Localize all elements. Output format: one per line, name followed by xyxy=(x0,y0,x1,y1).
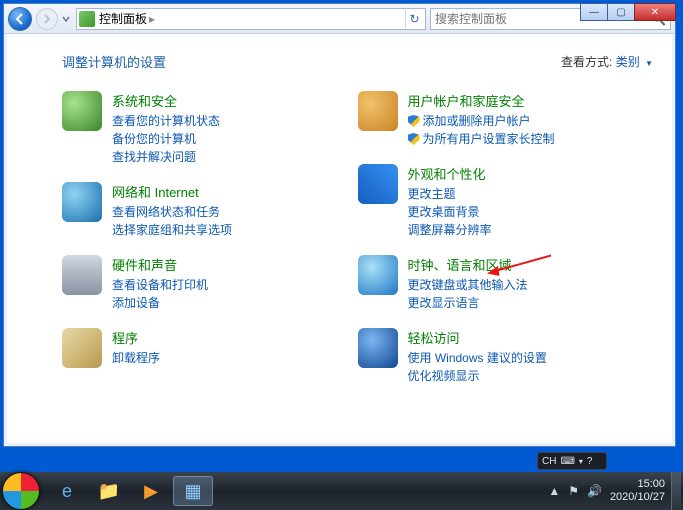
ie-icon: e xyxy=(62,481,72,502)
media-player-icon: ▶ xyxy=(144,481,158,502)
category-item: 用户帐户和家庭安全添加或删除用户帐户为所有用户设置家长控制 xyxy=(358,91,654,148)
view-by-value: 类别 xyxy=(616,55,640,69)
category-link[interactable]: 更改桌面背景 xyxy=(408,203,492,221)
category-column-left: 系统和安全查看您的计算机状态备份您的计算机查找并解决问题网络和 Internet… xyxy=(62,91,358,401)
category-title[interactable]: 硬件和声音 xyxy=(112,255,208,274)
maximize-button[interactable]: ▢ xyxy=(607,3,635,21)
tray-date: 2020/10/27 xyxy=(610,491,665,504)
category-ease-icon xyxy=(358,328,398,368)
category-link[interactable]: 更改键盘或其他输入法 xyxy=(408,276,528,294)
category-hardware-icon xyxy=(62,255,102,295)
taskbar-control-panel[interactable]: ▦ xyxy=(173,476,213,506)
folder-icon: 📁 xyxy=(98,481,120,502)
control-panel-taskbar-icon: ▦ xyxy=(184,481,201,502)
content-header: 调整计算机的设置 查看方式: 类别 ▼ xyxy=(62,52,653,71)
category-grid: 系统和安全查看您的计算机状态备份您的计算机查找并解决问题网络和 Internet… xyxy=(62,91,653,401)
category-item: 系统和安全查看您的计算机状态备份您的计算机查找并解决问题 xyxy=(62,91,358,166)
category-link[interactable]: 添加或删除用户帐户 xyxy=(408,112,555,130)
breadcrumb-root[interactable]: 控制面板 xyxy=(99,10,147,27)
address-bar[interactable]: 控制面板 ▸ ↻ xyxy=(76,8,426,30)
category-item: 轻松访问使用 Windows 建议的设置优化视频显示 xyxy=(358,328,654,385)
category-clock-icon xyxy=(358,255,398,295)
ime-label: CH xyxy=(542,456,556,467)
window-controls: — ▢ ✕ xyxy=(581,3,676,21)
category-link[interactable]: 使用 Windows 建议的设置 xyxy=(408,349,547,367)
tray-clock[interactable]: 15:00 2020/10/27 xyxy=(610,478,665,503)
control-panel-icon xyxy=(79,11,95,27)
category-link[interactable]: 选择家庭组和共享选项 xyxy=(112,221,232,239)
category-link[interactable]: 优化视频显示 xyxy=(408,367,547,385)
category-users-icon xyxy=(358,91,398,131)
nav-bar: 控制面板 ▸ ↻ 🔍 xyxy=(4,4,675,34)
category-link[interactable]: 卸载程序 xyxy=(112,349,160,367)
category-title[interactable]: 系统和安全 xyxy=(112,91,220,110)
category-link[interactable]: 更改主题 xyxy=(408,185,492,203)
category-text: 用户帐户和家庭安全添加或删除用户帐户为所有用户设置家长控制 xyxy=(408,91,555,148)
close-button[interactable]: ✕ xyxy=(634,3,676,21)
show-desktop-button[interactable] xyxy=(671,472,681,510)
category-title[interactable]: 外观和个性化 xyxy=(408,164,492,183)
volume-icon[interactable]: 🔊 xyxy=(587,484,602,498)
category-item: 网络和 Internet 查看网络状态和任务选择家庭组和共享选项 xyxy=(62,182,358,239)
category-security-icon xyxy=(62,91,102,131)
taskbar-media[interactable]: ▶ xyxy=(131,476,171,506)
refresh-button[interactable]: ↻ xyxy=(405,10,423,28)
action-center-icon[interactable]: ⚑ xyxy=(568,484,579,498)
tray-chevron-icon[interactable]: ▲ xyxy=(548,484,560,498)
category-programs-icon xyxy=(62,328,102,368)
category-item: 程序卸载程序 xyxy=(62,328,358,368)
nav-dropdown-icon[interactable] xyxy=(62,14,70,24)
minimize-button[interactable]: — xyxy=(580,3,608,21)
nav-forward-button xyxy=(36,8,58,30)
category-column-right: 用户帐户和家庭安全添加或删除用户帐户为所有用户设置家长控制外观和个性化更改主题更… xyxy=(358,91,654,401)
category-title[interactable]: 用户帐户和家庭安全 xyxy=(408,91,555,110)
category-link[interactable]: 调整屏幕分辨率 xyxy=(408,221,492,239)
arrow-left-icon xyxy=(14,13,26,25)
breadcrumb-sep-icon[interactable]: ▸ xyxy=(149,12,155,26)
taskbar-ie[interactable]: e xyxy=(47,476,87,506)
page-title: 调整计算机的设置 xyxy=(62,52,166,71)
category-text: 网络和 Internet 查看网络状态和任务选择家庭组和共享选项 xyxy=(112,182,232,239)
category-link[interactable]: 为所有用户设置家长控制 xyxy=(408,130,555,148)
category-title[interactable]: 程序 xyxy=(112,328,160,347)
category-text: 轻松访问使用 Windows 建议的设置优化视频显示 xyxy=(408,328,547,385)
category-link[interactable]: 备份您的计算机 xyxy=(112,130,220,148)
nav-back-button[interactable] xyxy=(8,7,32,31)
view-by-label: 查看方式: xyxy=(561,55,612,69)
taskbar: e 📁 ▶ ▦ ▲ ⚑ 🔊 15:00 2020/10/27 xyxy=(0,472,683,510)
category-link[interactable]: 查看您的计算机状态 xyxy=(112,112,220,130)
taskbar-explorer[interactable]: 📁 xyxy=(89,476,129,506)
category-link[interactable]: 更改显示语言 xyxy=(408,294,528,312)
ime-help-icon: ? xyxy=(587,456,593,467)
ime-bar[interactable]: CH ⌨ ▾ ? xyxy=(537,452,607,470)
category-item: 外观和个性化更改主题更改桌面背景调整屏幕分辨率 xyxy=(358,164,654,239)
category-link[interactable]: 查看网络状态和任务 xyxy=(112,203,232,221)
category-text: 硬件和声音查看设备和打印机添加设备 xyxy=(112,255,208,312)
content-area: 调整计算机的设置 查看方式: 类别 ▼ 系统和安全查看您的计算机状态备份您的计算… xyxy=(4,34,675,446)
category-title[interactable]: 网络和 Internet xyxy=(112,182,232,201)
start-button[interactable] xyxy=(2,472,40,510)
category-title[interactable]: 轻松访问 xyxy=(408,328,547,347)
category-network-icon xyxy=(62,182,102,222)
category-item: 硬件和声音查看设备和打印机添加设备 xyxy=(62,255,358,312)
system-tray: ▲ ⚑ 🔊 15:00 2020/10/27 xyxy=(548,478,671,503)
ime-dropdown-icon: ▾ xyxy=(579,457,583,466)
tray-time: 15:00 xyxy=(610,478,665,491)
keyboard-icon: ⌨ xyxy=(560,456,574,467)
view-by-picker[interactable]: 查看方式: 类别 ▼ xyxy=(561,53,653,70)
category-text: 程序卸载程序 xyxy=(112,328,160,368)
category-link[interactable]: 添加设备 xyxy=(112,294,208,312)
category-link[interactable]: 查找并解决问题 xyxy=(112,148,220,166)
category-text: 系统和安全查看您的计算机状态备份您的计算机查找并解决问题 xyxy=(112,91,220,166)
category-appear-icon xyxy=(358,164,398,204)
chevron-down-icon: ▼ xyxy=(645,59,653,68)
category-text: 外观和个性化更改主题更改桌面背景调整屏幕分辨率 xyxy=(408,164,492,239)
control-panel-window: — ▢ ✕ 控制面板 ▸ ↻ 🔍 调整计算机的设置 查看方式: 类别 xyxy=(3,3,676,447)
arrow-right-icon xyxy=(42,14,52,24)
category-link[interactable]: 查看设备和打印机 xyxy=(112,276,208,294)
